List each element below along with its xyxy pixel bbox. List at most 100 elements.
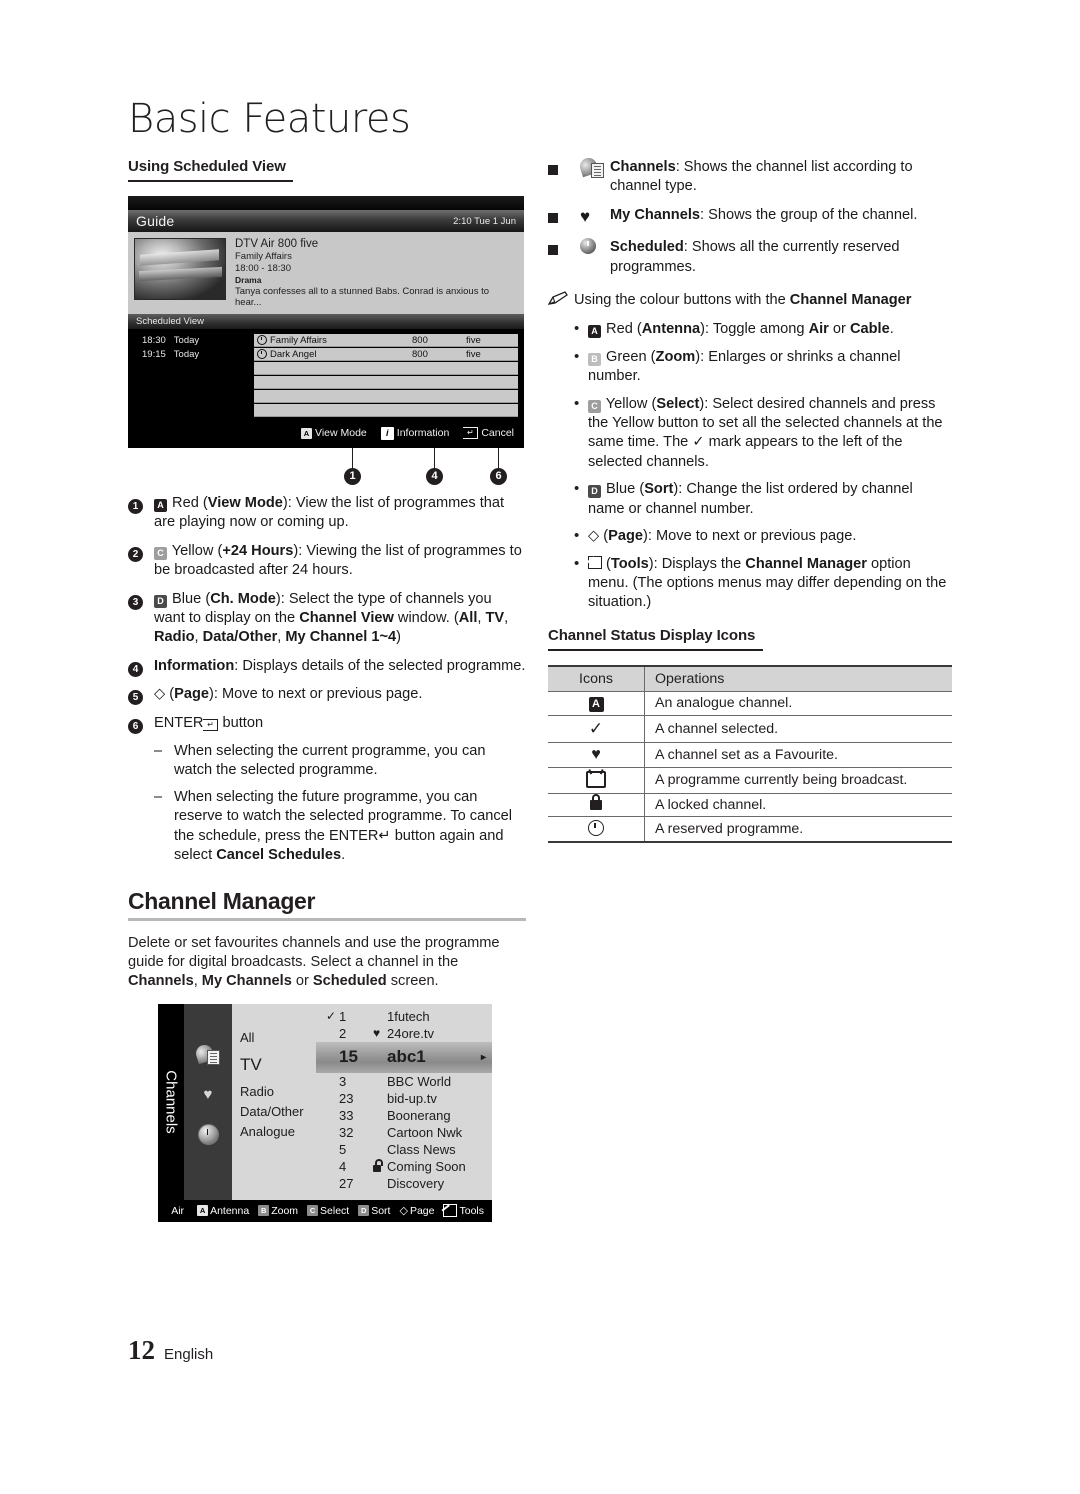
- heart-icon: ♥: [548, 742, 645, 768]
- channels-vertical-tab[interactable]: Channels: [158, 1003, 184, 1200]
- item-number: 3: [128, 590, 154, 648]
- item-text: ENTER button: [154, 714, 526, 733]
- reserved-clock-icon: [257, 349, 267, 359]
- channel-name: Boonerang: [387, 1107, 451, 1123]
- channel-number: 3: [339, 1073, 347, 1089]
- tools-button[interactable]: Tools: [443, 1204, 484, 1218]
- channel-name: Cartoon Nwk: [387, 1124, 463, 1140]
- table-row: ♥ A channel set as a Favourite.: [548, 742, 952, 768]
- green-b-button-icon: B: [258, 1205, 270, 1217]
- page-number: 12: [128, 1335, 155, 1365]
- tools-icon: [588, 555, 602, 569]
- channel-row[interactable]: 3 BBC World: [316, 1073, 492, 1090]
- select-button[interactable]: C Select: [307, 1205, 349, 1217]
- channel-row[interactable]: 23 bid-up.tv: [316, 1090, 492, 1107]
- list-item: 4 Information: Displays details of the s…: [128, 657, 526, 677]
- item-number: 1: [128, 494, 154, 533]
- zoom-button[interactable]: B Zoom: [258, 1205, 298, 1217]
- guide-footer-bar: A View Mode i Information Cancel: [128, 418, 524, 448]
- guide-view-mode-button[interactable]: A View Mode: [301, 427, 367, 439]
- operation-text: A locked channel.: [644, 793, 952, 817]
- antenna-button[interactable]: A Antenna: [197, 1205, 249, 1217]
- list-item: Scheduled: Shows all the currently reser…: [548, 238, 952, 277]
- channel-category-list: All TV Radio Data/Other Analogue: [232, 1003, 316, 1200]
- table-row: A locked channel.: [548, 793, 952, 817]
- row-number: 800: [412, 334, 428, 346]
- channel-name: abc1: [387, 1047, 426, 1067]
- guide-numbered-list: 1 A Red (View Mode): View the list of pr…: [128, 494, 526, 866]
- channels-footer-bar: Air A Antenna B Zoom C Select D Sort ◇ P…: [158, 1199, 492, 1222]
- channel-row[interactable]: ✓ 1 1futech: [316, 1008, 492, 1025]
- channel-manager-body: Delete or set favourites channels and us…: [128, 934, 500, 990]
- item-text: C Yellow (Select): Select desired channe…: [588, 395, 943, 470]
- lock-icon: [373, 1159, 387, 1174]
- selected-check-icon: ✓: [325, 1009, 336, 1024]
- category-all[interactable]: All: [232, 1030, 316, 1050]
- row-when: 18:30 Today: [134, 335, 254, 346]
- channel-name: Coming Soon: [387, 1158, 466, 1174]
- channel-row[interactable]: 5 Class News: [316, 1141, 492, 1158]
- dot-bullet: •: [574, 320, 580, 338]
- table-row: ✓ A channel selected.: [548, 715, 952, 743]
- guide-view-mode-label: View Mode: [315, 427, 367, 439]
- sort-button[interactable]: D Sort: [358, 1205, 390, 1217]
- page-button[interactable]: ◇ Page: [399, 1204, 435, 1218]
- channels-icon[interactable]: [193, 1042, 221, 1068]
- category-analogue[interactable]: Analogue: [232, 1124, 316, 1144]
- row-day: Today: [173, 349, 200, 360]
- guide-information-button[interactable]: i Information: [380, 426, 449, 440]
- row-name: Dark Angel: [270, 348, 317, 360]
- programme-thumbnail: [134, 238, 226, 300]
- scheduled-row[interactable]: 19:15 Today Dark Angel 800 five: [134, 348, 518, 361]
- category-radio[interactable]: Radio: [232, 1084, 316, 1104]
- scheduled-clock-icon[interactable]: [195, 1122, 221, 1148]
- item-text: Channels: Shows the channel list accordi…: [610, 159, 913, 195]
- operation-text: An analogue channel.: [644, 691, 952, 716]
- callout-number-1: 1: [344, 468, 361, 485]
- list-item: • ◇ (Page): Move to next or previous pag…: [548, 527, 952, 546]
- channel-row[interactable]: 2 ♥ 24ore.tv: [316, 1025, 492, 1042]
- item-text: Information: Displays details of the sel…: [154, 657, 526, 674]
- information-icon: i: [380, 426, 394, 440]
- item-number: 5: [128, 685, 154, 706]
- scheduled-rows: 18:30 Today Family Affairs 800 five 19:1…: [128, 329, 524, 417]
- square-bullet: [548, 238, 580, 277]
- channel-name: bid-up.tv: [387, 1090, 437, 1106]
- guide-programme-info: DTV Air 800 five Family Affairs 18:00 - …: [128, 232, 524, 314]
- callout-line: [434, 448, 435, 470]
- table-row: A An analogue channel.: [548, 691, 952, 716]
- channel-row-selected[interactable]: 15 abc1 ▸: [316, 1041, 492, 1073]
- channel-row[interactable]: 32 Cartoon Nwk: [316, 1124, 492, 1141]
- guide-titlebar: Guide 2:10 Tue 1 Jun: [128, 210, 524, 232]
- note-text: Using the colour buttons with the Channe…: [574, 292, 912, 309]
- callout-line: [498, 448, 499, 470]
- channel-number: 4: [339, 1158, 347, 1174]
- channel-row[interactable]: 33 Boonerang: [316, 1107, 492, 1124]
- scheduled-row-empty: [134, 390, 518, 403]
- chevron-right-icon[interactable]: ▸: [481, 1052, 492, 1063]
- guide-title: Guide: [136, 213, 175, 229]
- scheduled-row[interactable]: 18:30 Today Family Affairs 800 five: [134, 334, 518, 347]
- list-item: • C Yellow (Select): Select desired chan…: [548, 395, 952, 473]
- favourite-icon: ♥: [373, 1026, 381, 1041]
- table-row: A reserved programme.: [548, 816, 952, 843]
- tools-label: Tools: [459, 1204, 484, 1217]
- select-label: Select: [320, 1204, 350, 1217]
- antenna-mode-value: Air: [171, 1204, 185, 1217]
- category-data-other[interactable]: Data/Other: [232, 1104, 316, 1124]
- channels-icon-rail: ♥: [184, 1003, 232, 1200]
- category-tv-selected[interactable]: TV: [232, 1050, 316, 1084]
- list-item: 6 ENTER button: [128, 714, 526, 734]
- row-network: five: [466, 348, 481, 360]
- page-label: Page: [409, 1204, 435, 1217]
- channel-row[interactable]: 4 Coming Soon: [316, 1158, 492, 1175]
- red-a-button-icon: A: [197, 1205, 209, 1217]
- blue-d-button-icon: D: [358, 1205, 370, 1217]
- channel-row[interactable]: 27 Discovery: [316, 1175, 492, 1192]
- operation-text: A programme currently being broadcast.: [644, 767, 952, 794]
- my-channels-heart-icon[interactable]: ♥: [195, 1082, 221, 1108]
- item-text: ◇ (Page): Move to next or previous page.: [154, 686, 423, 703]
- dot-bullet: •: [574, 347, 580, 365]
- dash-bullet: –: [154, 743, 163, 760]
- guide-cancel-button[interactable]: Cancel: [463, 427, 514, 439]
